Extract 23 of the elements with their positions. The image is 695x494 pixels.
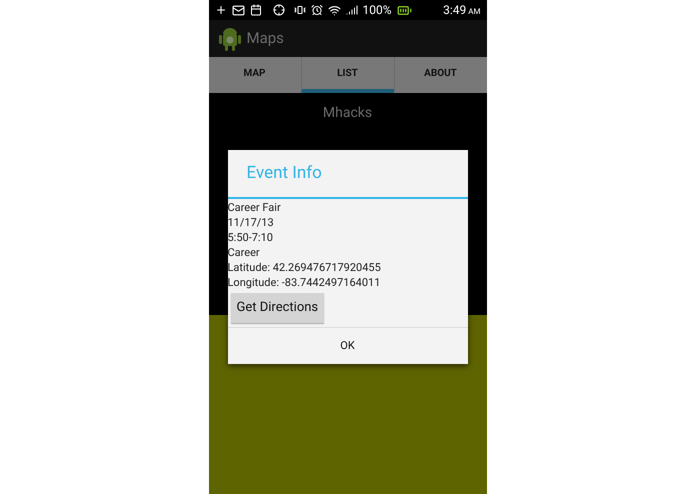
dialog-title: Event Info	[246, 162, 322, 185]
vibrate-icon	[294, 4, 306, 16]
get-directions-button[interactable]: Get Directions	[230, 293, 324, 323]
list-item[interactable]: Mhacks	[322, 103, 372, 124]
mail-icon	[232, 4, 244, 16]
event-detail: Career Fair	[228, 200, 282, 215]
location-icon	[272, 4, 284, 16]
clock-meridiem: AM	[468, 8, 480, 16]
event-detail: Career	[228, 245, 261, 260]
notification-icon	[214, 4, 226, 16]
clock-time: 3:49	[443, 4, 466, 16]
event-detail: Longitude: -83.7442497164011	[228, 275, 382, 290]
app-title: Maps	[246, 28, 284, 50]
event-detail: Latitude: 42.269476717920455	[228, 260, 382, 275]
event-detail: 5:50-7:10	[228, 230, 274, 245]
wifi-icon	[328, 4, 340, 16]
android-icon	[218, 26, 240, 50]
calendar-icon	[250, 4, 262, 16]
alarm-icon	[310, 4, 322, 16]
ok-button[interactable]: OK	[228, 327, 468, 364]
tab[interactable]: MAP	[208, 57, 300, 93]
battery-percent: 100%	[362, 4, 392, 16]
event-detail: 11/17/13	[228, 215, 275, 230]
